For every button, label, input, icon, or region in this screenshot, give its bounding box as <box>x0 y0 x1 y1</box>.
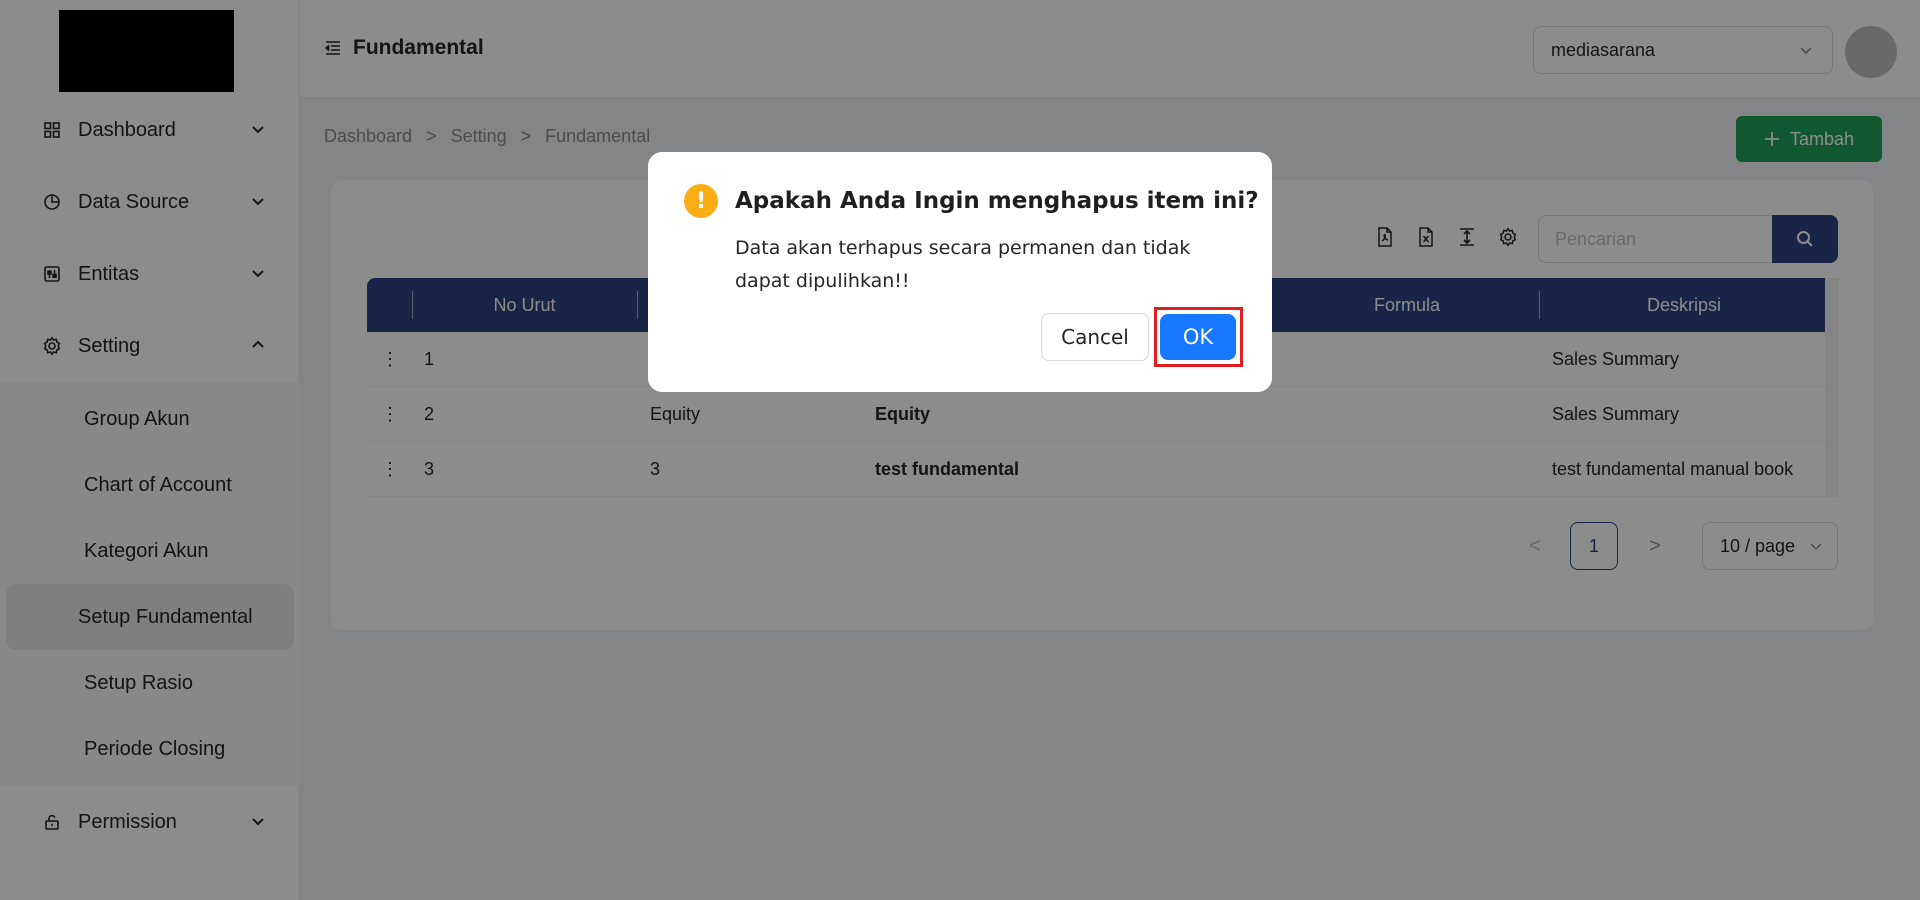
cancel-button[interactable]: Cancel <box>1041 313 1149 361</box>
modal-mask[interactable] <box>0 0 1920 900</box>
exclamation-icon: ! <box>684 184 718 218</box>
confirm-delete-dialog: ! Apakah Anda Ingin menghapus item ini? … <box>648 152 1272 392</box>
dialog-title: Apakah Anda Ingin menghapus item ini? <box>735 188 1259 214</box>
ok-button[interactable]: OK <box>1160 314 1236 360</box>
dialog-content: Data akan terhapus secara permanen dan t… <box>735 237 1191 292</box>
